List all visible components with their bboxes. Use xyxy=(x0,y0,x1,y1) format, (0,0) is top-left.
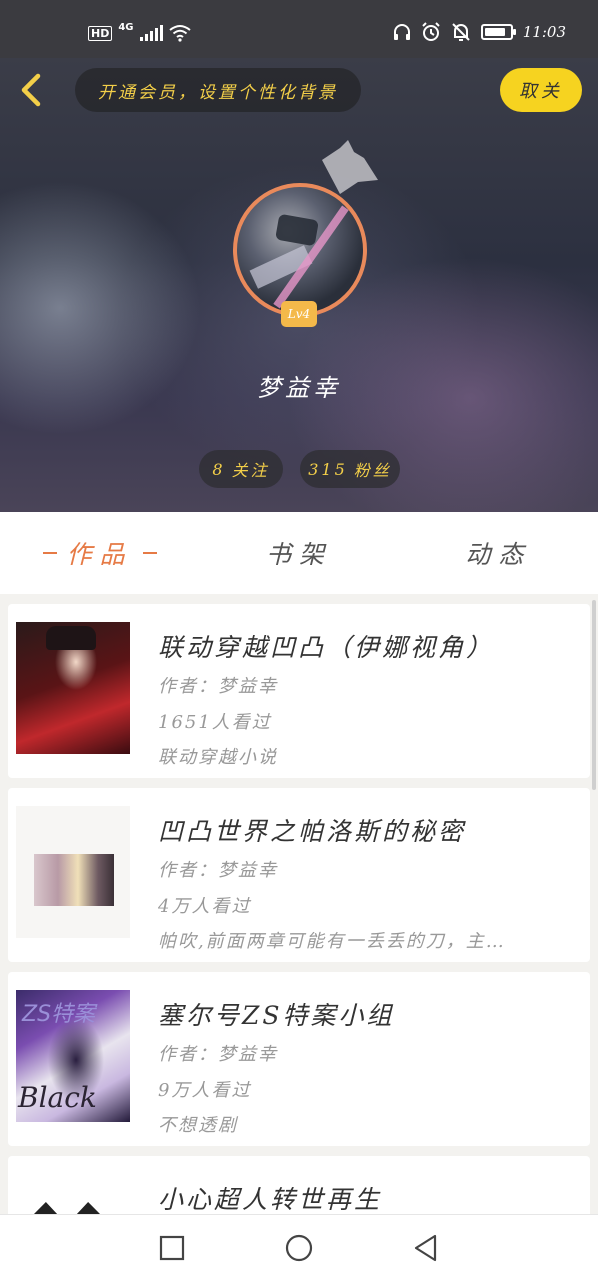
work-author: 作者：梦益幸 xyxy=(158,676,278,697)
cover-text: ZS特案 xyxy=(22,1002,96,1027)
wifi-icon xyxy=(168,25,191,42)
tab-activity[interactable]: 动态 xyxy=(399,512,598,594)
scrollbar[interactable] xyxy=(592,600,596,790)
work-author: 作者：梦益幸 xyxy=(158,860,278,881)
username: 梦益幸 xyxy=(257,374,341,402)
work-title: 凹凸世界之帕洛斯的秘密 xyxy=(158,817,467,846)
profile-header: 开通会员，设置个性化背景 取关 Lv4 梦益幸 8 关注 315 粉丝 xyxy=(0,58,598,512)
alarm-icon xyxy=(422,22,440,41)
fans-label: 粉丝 xyxy=(353,461,392,480)
work-description: 联动穿越小说 xyxy=(158,747,278,768)
following-label: 关注 xyxy=(231,461,270,480)
mute-bell-icon xyxy=(452,23,470,41)
work-card[interactable]: 小心超人转世再生 xyxy=(8,1156,590,1214)
tab-works[interactable]: 作品 xyxy=(0,512,199,594)
work-card[interactable]: ZS特案 Black 塞尔号ZS特案小组 作者：梦益幸 9万人看过 不想透剧 xyxy=(8,972,590,1146)
work-cover-image xyxy=(16,1174,130,1214)
work-title: 小心超人转世再生 xyxy=(158,1185,383,1214)
avatar[interactable] xyxy=(233,183,367,317)
level-badge: Lv4 xyxy=(281,301,317,327)
tab-works-label: 作品 xyxy=(66,540,133,569)
fans-count: 315 xyxy=(308,459,348,479)
home-icon[interactable] xyxy=(284,1233,314,1263)
work-author: 作者：梦益幸 xyxy=(158,1044,278,1065)
back-arrow-icon[interactable] xyxy=(14,72,50,108)
signal-icon xyxy=(139,25,163,41)
cover-text: Black xyxy=(18,1081,97,1114)
clock: 11:03 xyxy=(522,23,566,41)
work-card[interactable]: 凹凸世界之帕洛斯的秘密 作者：梦益幸 4万人看过 帕吹,前面两章可能有一丢丢的刀… xyxy=(8,788,590,962)
work-cover-image xyxy=(16,806,130,938)
work-views: 1651人看过 xyxy=(158,712,272,733)
tab-indicator-left xyxy=(42,552,57,554)
tab-activity-label: 动态 xyxy=(465,540,532,569)
work-cover-image: ZS特案 Black xyxy=(16,990,130,1122)
work-title: 联动穿越凹凸（伊娜视角） xyxy=(158,633,495,662)
unfollow-button[interactable]: 取关 xyxy=(500,68,582,112)
work-views: 9万人看过 xyxy=(158,1080,252,1101)
network-type: 4G xyxy=(118,21,134,33)
hd-indicator: HD xyxy=(88,25,113,41)
following-count-button[interactable]: 8 关注 xyxy=(199,450,283,488)
works-list[interactable]: 联动穿越凹凸（伊娜视角） 作者：梦益幸 1651人看过 联动穿越小说 凹凸世界之… xyxy=(0,594,598,1214)
back-icon[interactable] xyxy=(411,1233,441,1263)
work-card[interactable]: 联动穿越凹凸（伊娜视角） 作者：梦益幸 1651人看过 联动穿越小说 xyxy=(8,604,590,778)
tab-indicator-right xyxy=(142,552,157,554)
work-views: 4万人看过 xyxy=(158,896,252,917)
following-count: 8 xyxy=(212,459,226,479)
profile-tabs: 作品 书架 动态 xyxy=(0,512,598,594)
work-description: 帕吹,前面两章可能有一丢丢的刀，主… xyxy=(158,931,506,952)
battery-icon xyxy=(480,24,516,40)
work-cover-image xyxy=(16,622,130,754)
fans-count-button[interactable]: 315 粉丝 xyxy=(300,450,400,488)
work-title: 塞尔号ZS特案小组 xyxy=(158,1001,395,1030)
status-bar: HD 4G 11:03 xyxy=(0,0,598,58)
vip-background-banner[interactable]: 开通会员，设置个性化背景 xyxy=(75,68,361,112)
work-description: 不想透剧 xyxy=(158,1115,238,1136)
recent-apps-icon[interactable] xyxy=(157,1233,187,1263)
tab-bookshelf-label: 书架 xyxy=(265,540,332,569)
system-nav-bar xyxy=(0,1214,598,1280)
tab-bookshelf[interactable]: 书架 xyxy=(199,512,398,594)
headphones-icon xyxy=(393,24,410,40)
